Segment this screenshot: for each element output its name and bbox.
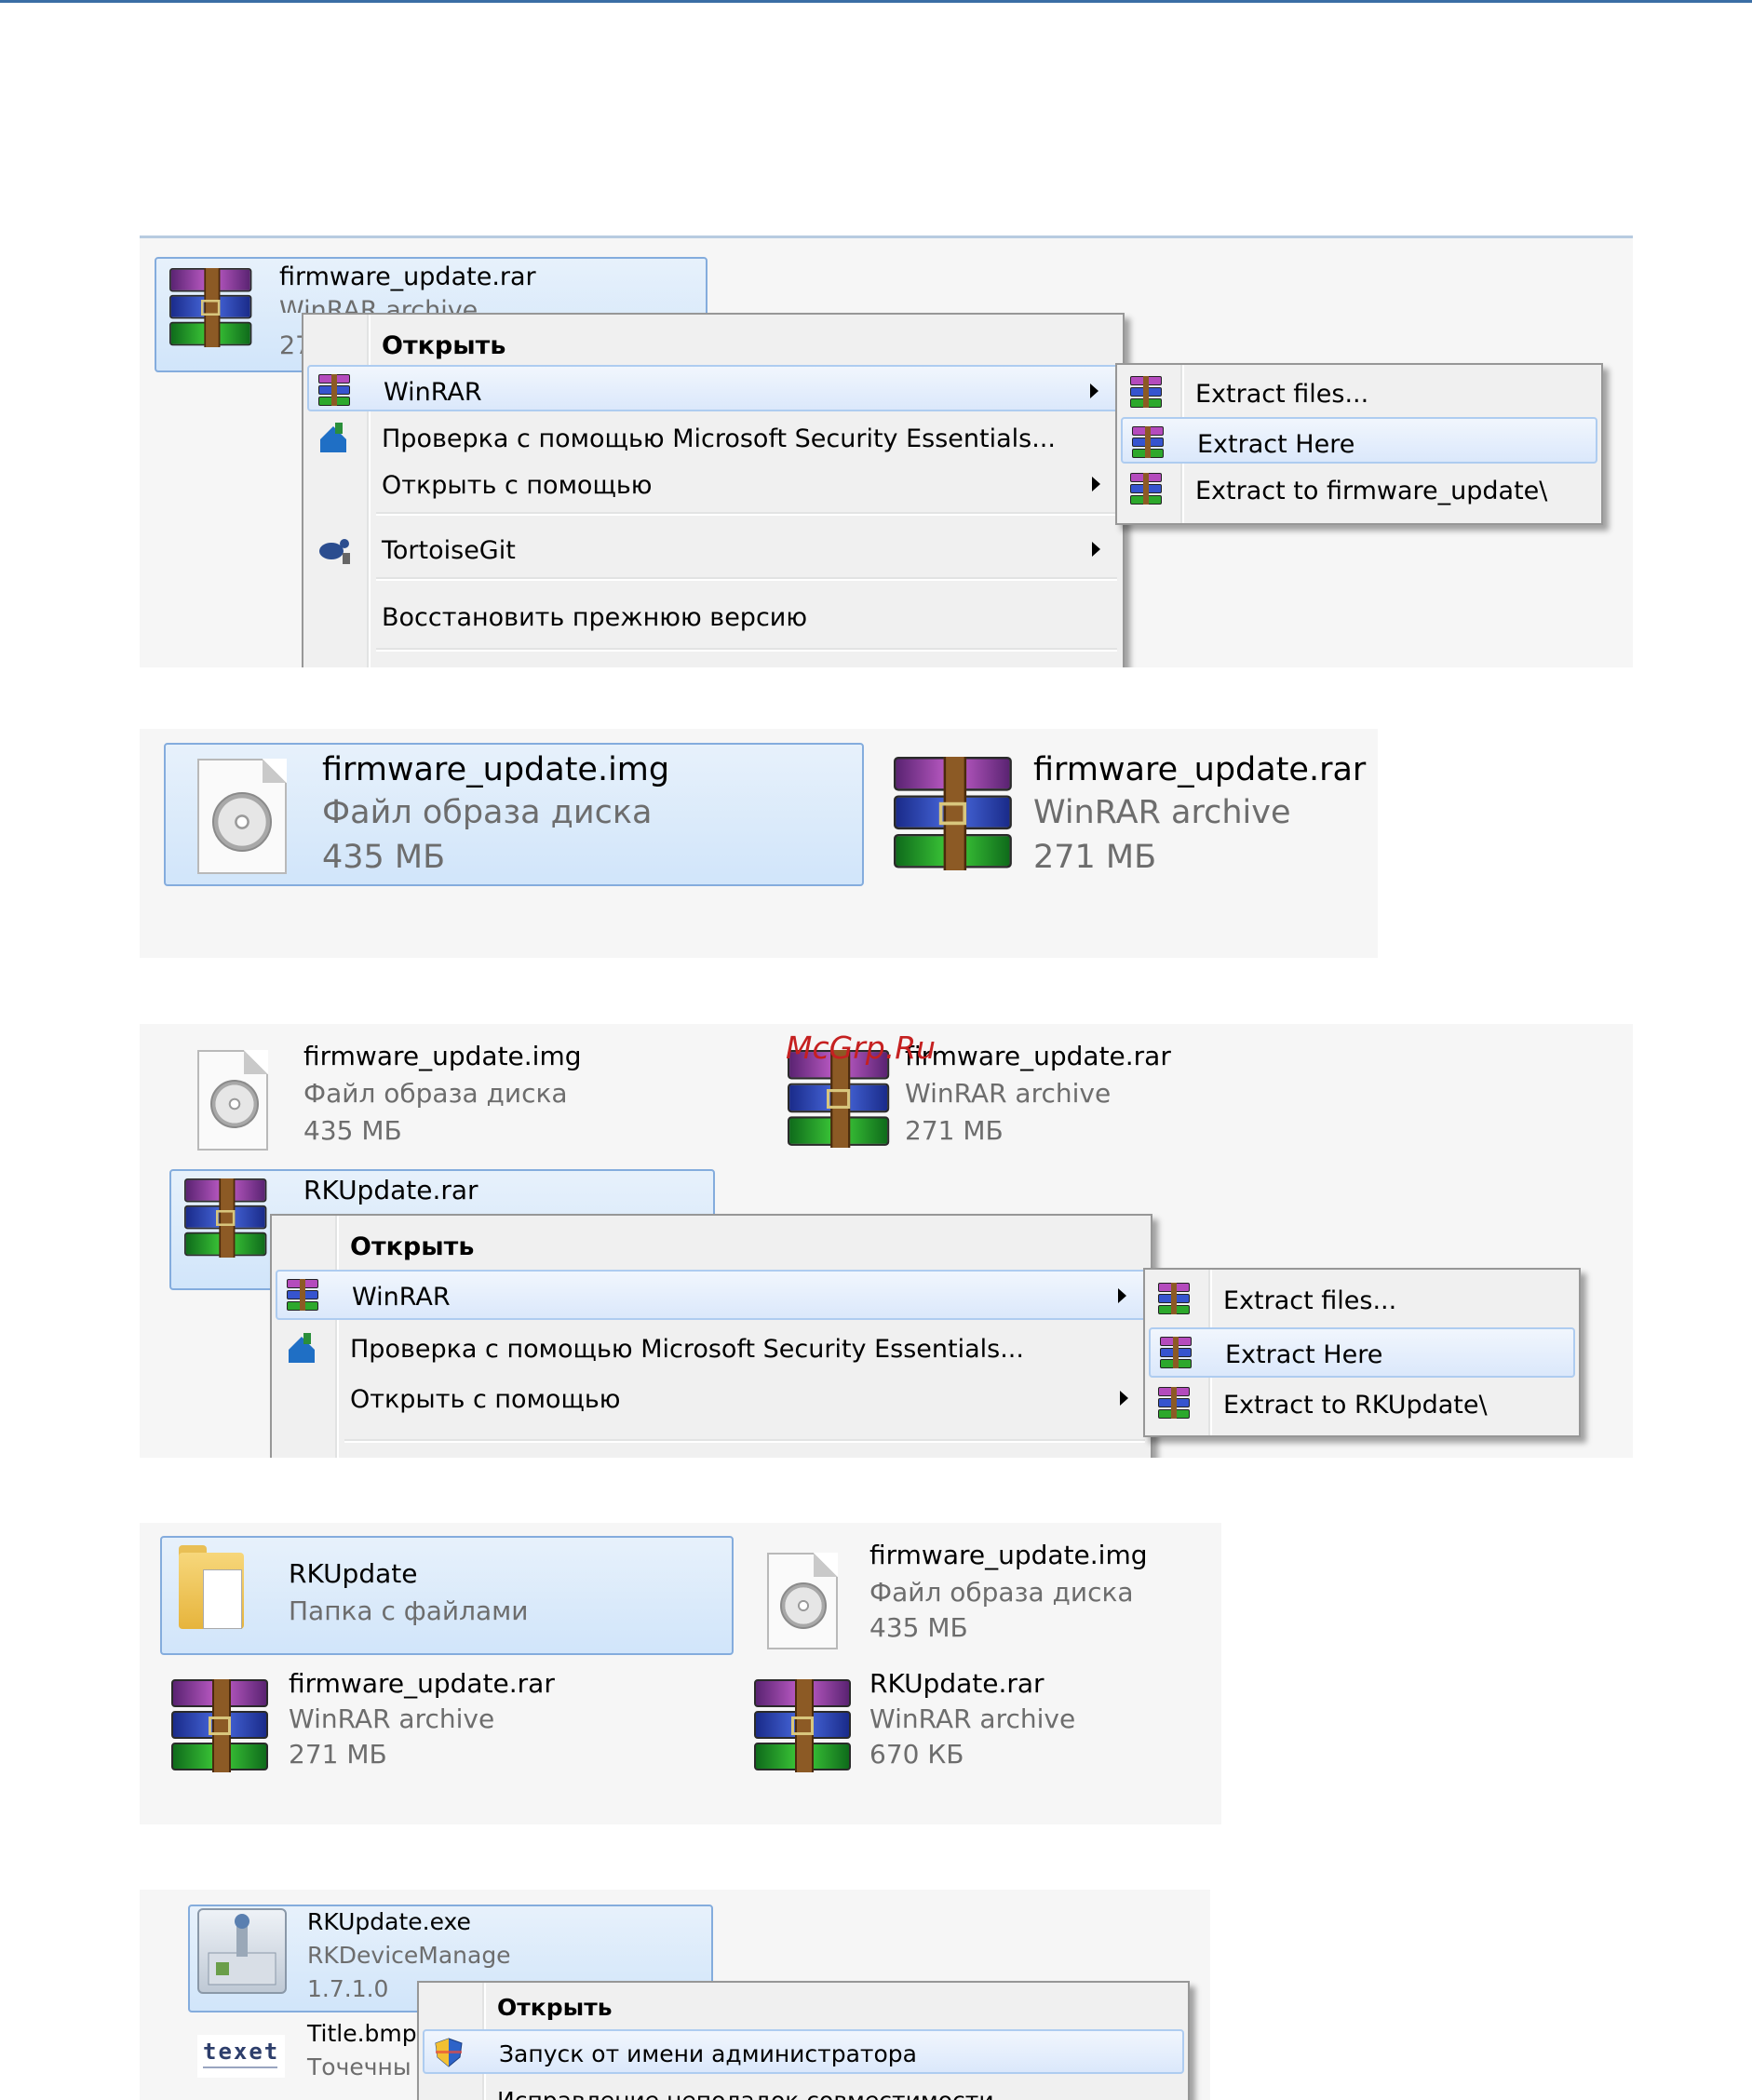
submenu-extract-to[interactable]: Extract to firmware_update\ bbox=[1121, 465, 1597, 512]
context-menu: Открыть WinRAR Проверка с помощью Micros… bbox=[302, 313, 1125, 667]
application-exe-icon bbox=[197, 1908, 287, 1994]
panel-4-extracted-folder: RKUpdate Папка с файлами firmware_update… bbox=[140, 1523, 1221, 1824]
submenu-arrow-icon bbox=[1092, 542, 1100, 557]
menu-item-open[interactable]: Открыть bbox=[307, 320, 1119, 367]
submenu-arrow-icon bbox=[1120, 1391, 1128, 1406]
rar-file-size: 271 МБ bbox=[289, 1739, 387, 1770]
bmp-file-type: Точечны bbox=[307, 2053, 411, 2080]
texet-logo: texet bbox=[197, 2035, 285, 2078]
img-file-size: 435 МБ bbox=[303, 1115, 402, 1146]
winrar-archive-icon bbox=[184, 1178, 267, 1258]
tortoisegit-icon bbox=[319, 539, 350, 564]
menu-item-winrar[interactable]: WinRAR bbox=[307, 365, 1119, 411]
winrar-archive-icon bbox=[169, 268, 252, 347]
winrar-submenu: Extract files... Extract Here Extract to… bbox=[1115, 363, 1603, 525]
menu-item-open[interactable]: Открыть bbox=[276, 1221, 1147, 1268]
file-name: firmware_update.rar bbox=[279, 262, 536, 291]
menu-item-restore-previous[interactable]: Восстановить прежнюю версию bbox=[307, 592, 1119, 639]
menu-item-compat-troubleshoot[interactable]: Исправление неполадок совместимости bbox=[423, 2076, 1184, 2100]
submenu-extract-files[interactable]: Extract files... bbox=[1121, 369, 1597, 415]
submenu-arrow-icon bbox=[1092, 477, 1100, 491]
security-essentials-icon bbox=[289, 1333, 315, 1363]
menu-item-mse-scan[interactable]: Проверка с помощью Microsoft Security Es… bbox=[307, 413, 1119, 460]
exe-description: RKDeviceManage bbox=[307, 1942, 511, 1969]
winrar-icon bbox=[1158, 1283, 1190, 1314]
submenu-extract-files[interactable]: Extract files... bbox=[1149, 1275, 1575, 1326]
folder-name: RKUpdate bbox=[289, 1558, 418, 1589]
img-file-name: firmware_update.img bbox=[303, 1041, 582, 1071]
submenu-extract-here[interactable]: Extract Here bbox=[1121, 417, 1597, 464]
folder-type: Папка с файлами bbox=[289, 1595, 529, 1626]
disc-image-file-icon bbox=[767, 1553, 838, 1649]
rar-file-name: firmware_update.rar bbox=[1033, 751, 1367, 788]
menu-item-tortoisegit[interactable]: TortoiseGit bbox=[307, 525, 1119, 572]
rar-file-name: firmware_update.rar bbox=[905, 1041, 1171, 1071]
menu-item-winrar[interactable]: WinRAR bbox=[276, 1270, 1147, 1320]
rk-file-name: RKUpdate.rar bbox=[869, 1668, 1044, 1699]
winrar-icon bbox=[318, 374, 350, 406]
winrar-archive-icon bbox=[894, 757, 1012, 870]
rar-file-type: WinRAR archive bbox=[1033, 794, 1291, 831]
security-essentials-icon bbox=[320, 423, 346, 452]
rk-file-type: WinRAR archive bbox=[869, 1703, 1076, 1734]
winrar-submenu: Extract files... Extract Here Extract to… bbox=[1143, 1268, 1581, 1437]
winrar-icon bbox=[1130, 473, 1162, 505]
disc-image-file-icon bbox=[197, 1050, 268, 1151]
watermark: McGrp.Ru bbox=[786, 1030, 937, 1066]
exe-file-name: RKUpdate.exe bbox=[307, 1908, 471, 1935]
panel-2-after-extract: firmware_update.img Файл образа диска 43… bbox=[140, 729, 1378, 958]
rar-file-name: firmware_update.rar bbox=[289, 1668, 555, 1699]
img-file-size: 435 МБ bbox=[869, 1612, 968, 1643]
winrar-icon bbox=[1158, 1387, 1190, 1419]
img-file-size: 435 МБ bbox=[322, 839, 446, 876]
winrar-icon bbox=[1130, 376, 1162, 408]
rar-file-type: WinRAR archive bbox=[289, 1703, 495, 1734]
img-file-type: Файл образа диска bbox=[322, 794, 653, 831]
panel-1-context-menu-rar: firmware_update.rar WinRAR archive 27 От… bbox=[140, 236, 1633, 667]
img-file-type: Файл образа диска bbox=[869, 1577, 1134, 1608]
uac-shield-icon bbox=[435, 2038, 463, 2067]
menu-item-run-as-admin[interactable]: Запуск от имени администратора bbox=[423, 2029, 1184, 2074]
img-file-name: firmware_update.img bbox=[322, 751, 670, 788]
menu-item-open-with[interactable]: Открыть с помощью bbox=[276, 1374, 1147, 1424]
winrar-archive-icon bbox=[754, 1679, 851, 1772]
winrar-icon bbox=[287, 1279, 318, 1311]
panel-5-exe-context-menu: RKUpdate.exe RKDeviceManage 1.7.1.0 texe… bbox=[140, 1890, 1210, 2100]
rk-file-name: RKUpdate.rar bbox=[303, 1175, 478, 1205]
rar-file-size: 271 МБ bbox=[1033, 839, 1157, 876]
rar-file-size: 271 МБ bbox=[905, 1115, 1004, 1146]
winrar-archive-icon bbox=[171, 1679, 268, 1772]
bmp-file-name: Title.bmp bbox=[307, 2020, 417, 2047]
submenu-arrow-icon bbox=[1090, 384, 1098, 398]
top-border-line bbox=[0, 0, 1752, 3]
menu-item-mse-scan[interactable]: Проверка с помощью Microsoft Security Es… bbox=[276, 1324, 1147, 1374]
submenu-extract-to[interactable]: Extract to RKUpdate\ bbox=[1149, 1380, 1575, 1430]
disc-image-file-icon bbox=[197, 759, 287, 874]
panel-3-context-menu-rkupdate: firmware_update.img Файл образа диска 43… bbox=[140, 1024, 1633, 1458]
winrar-icon bbox=[1160, 1337, 1192, 1368]
context-menu: Открыть Запуск от имени администратора И… bbox=[417, 1981, 1190, 2100]
submenu-arrow-icon bbox=[1118, 1288, 1126, 1303]
menu-item-open-with[interactable]: Открыть с помощью bbox=[307, 460, 1119, 506]
submenu-extract-here[interactable]: Extract Here bbox=[1149, 1327, 1575, 1378]
folder-icon bbox=[179, 1545, 249, 1635]
file-type: WinRAR archive bbox=[279, 296, 478, 313]
winrar-icon bbox=[1132, 426, 1164, 458]
img-file-type: Файл образа диска bbox=[303, 1078, 568, 1109]
context-menu: Открыть WinRAR Проверка с помощью Micros… bbox=[270, 1214, 1152, 1458]
rar-file-type: WinRAR archive bbox=[905, 1078, 1112, 1109]
img-file-name: firmware_update.img bbox=[869, 1540, 1148, 1570]
menu-item-open[interactable]: Открыть bbox=[423, 1985, 1184, 2027]
exe-version: 1.7.1.0 bbox=[307, 1975, 389, 2002]
rk-file-size: 670 КБ bbox=[869, 1739, 964, 1770]
